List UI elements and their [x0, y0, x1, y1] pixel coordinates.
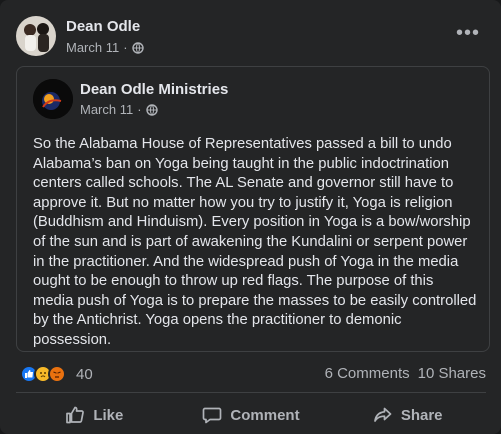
action-divider — [16, 392, 486, 393]
post-options-button[interactable]: ••• — [456, 23, 480, 46]
share-label: Share — [400, 406, 443, 424]
thumbs-up-icon — [66, 406, 85, 424]
comment-bubble-icon — [203, 407, 222, 424]
share-button[interactable]: Share — [329, 398, 486, 432]
post-actions: Like Comment Share — [16, 398, 486, 432]
like-label: Like — [93, 406, 124, 424]
globe-icon — [145, 103, 158, 116]
shared-author-avatar[interactable] — [33, 79, 73, 119]
shared-post[interactable]: Dean Odle Ministries March 11 · So the A… — [16, 66, 490, 352]
post-header: Dean Odle March 11 · ••• — [16, 12, 486, 60]
shares-count[interactable]: 10 Shares — [418, 365, 486, 382]
post-body-text: So the Alabama House of Representatives … — [33, 136, 477, 348]
author-avatar[interactable] — [16, 16, 56, 56]
globe-icon — [131, 41, 144, 54]
post-date[interactable]: March 11 — [66, 40, 119, 55]
avatar-photo-icon — [16, 16, 56, 56]
meta-separator: · — [123, 40, 128, 55]
post-meta: March 11 · — [66, 40, 144, 55]
reaction-count[interactable]: 40 — [76, 366, 93, 383]
comment-button[interactable]: Comment — [173, 398, 330, 432]
comment-label: Comment — [230, 406, 300, 424]
engagement-stats: 6 Comments 10 Shares — [325, 365, 486, 382]
facebook-post: Dean Odle March 11 · ••• Dean Odle Minis… — [0, 0, 501, 434]
shared-post-date[interactable]: March 11 — [80, 102, 133, 117]
angry-reaction-icon — [48, 365, 66, 383]
ministry-logo-icon — [33, 79, 73, 119]
comments-count[interactable]: 6 Comments — [325, 365, 410, 382]
reactions-summary[interactable] — [20, 365, 66, 383]
shared-post-meta: March 11 · — [80, 102, 158, 117]
like-button[interactable]: Like — [16, 398, 173, 432]
meta-separator: · — [137, 102, 142, 117]
author-name[interactable]: Dean Odle — [66, 18, 140, 35]
post-stats: 40 6 Comments 10 Shares — [20, 362, 490, 386]
shared-author-name[interactable]: Dean Odle Ministries — [80, 81, 228, 98]
share-arrow-icon — [373, 407, 392, 422]
